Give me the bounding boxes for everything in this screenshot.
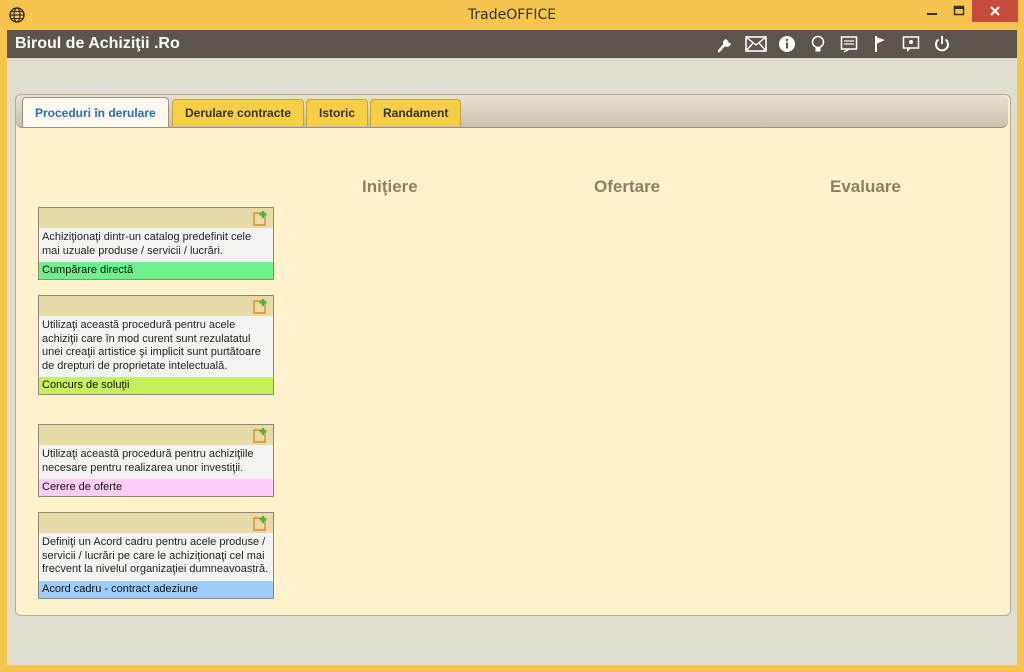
chat-icon[interactable] bbox=[900, 34, 922, 54]
main-panel: Proceduri în derulare Derulare contracte… bbox=[15, 94, 1011, 616]
card-title[interactable]: Cumpărare directă bbox=[39, 262, 273, 279]
mail-icon[interactable] bbox=[745, 34, 767, 54]
card-header bbox=[39, 296, 273, 316]
add-document-icon[interactable] bbox=[253, 427, 269, 443]
card-title[interactable]: Acord cadru - contract adeziune bbox=[39, 580, 273, 598]
app-window: TradeOFFICE Biroul de Achiziţii .Ro Proc… bbox=[0, 0, 1024, 672]
header-toolbar bbox=[714, 34, 953, 54]
close-icon bbox=[990, 6, 1000, 16]
card-description: Utilizaţi această procedură pentru achiz… bbox=[42, 448, 254, 474]
flag-icon[interactable] bbox=[869, 34, 891, 54]
procedure-card-acord-cadru[interactable]: Definiţi un Acord cadru pentru acele pro… bbox=[38, 512, 274, 599]
app-header: Biroul de Achiziţii .Ro bbox=[7, 30, 1017, 58]
card-title[interactable]: Concurs de soluţii bbox=[39, 377, 273, 394]
tab-derulare-contracte[interactable]: Derulare contracte bbox=[172, 99, 305, 126]
column-header-initiere: Iniţiere bbox=[362, 177, 418, 196]
procedure-card-cumparare-directa[interactable]: Achiziţionaţi dintr-un catalog predefini… bbox=[38, 207, 274, 280]
close-button[interactable] bbox=[972, 0, 1018, 22]
bulb-icon[interactable] bbox=[807, 34, 829, 54]
column-header-ofertare: Ofertare bbox=[594, 177, 661, 196]
tab-randament[interactable]: Randament bbox=[370, 99, 462, 126]
title-bar[interactable]: TradeOFFICE bbox=[0, 0, 1024, 30]
procedure-card-cerere-de-oferte[interactable]: Utilizaţi această procedură pentru achiz… bbox=[38, 424, 274, 497]
card-header bbox=[39, 425, 273, 445]
add-document-icon[interactable] bbox=[253, 298, 269, 314]
card-header bbox=[39, 208, 273, 228]
power-icon[interactable] bbox=[931, 34, 953, 54]
card-title[interactable]: Cerere de oferte bbox=[39, 479, 273, 496]
info-icon[interactable] bbox=[776, 34, 798, 54]
maximize-button[interactable] bbox=[946, 0, 972, 22]
app-brand: Biroul de Achiziţii .Ro bbox=[15, 35, 180, 52]
card-header bbox=[39, 513, 273, 533]
wrench-icon[interactable] bbox=[714, 34, 736, 54]
window-title: TradeOFFICE bbox=[467, 7, 557, 23]
column-header-evaluare: Evaluare bbox=[830, 177, 901, 196]
minimize-icon bbox=[927, 13, 937, 15]
add-document-icon[interactable] bbox=[253, 210, 269, 226]
add-document-icon[interactable] bbox=[253, 515, 269, 531]
card-description: Utilizaţi această procedură pentru acele… bbox=[42, 319, 261, 372]
procedure-card-concurs-de-solutii[interactable]: Utilizaţi această procedură pentru acele… bbox=[38, 295, 274, 395]
minimize-button[interactable] bbox=[918, 0, 946, 22]
tab-strip: Proceduri în derulare Derulare contracte… bbox=[16, 95, 1008, 128]
card-description: Definiţi un Acord cadru pentru acele pro… bbox=[42, 536, 269, 575]
tab-proceduri-in-derulare[interactable]: Proceduri în derulare bbox=[22, 97, 169, 127]
card-description: Achiziţionaţi dintr-un catalog predefini… bbox=[42, 231, 252, 257]
client-area: Biroul de Achiziţii .Ro Proceduri în der… bbox=[7, 30, 1017, 665]
notes-icon[interactable] bbox=[838, 34, 860, 54]
maximize-icon bbox=[953, 5, 965, 16]
tab-istoric[interactable]: Istoric bbox=[306, 99, 369, 126]
